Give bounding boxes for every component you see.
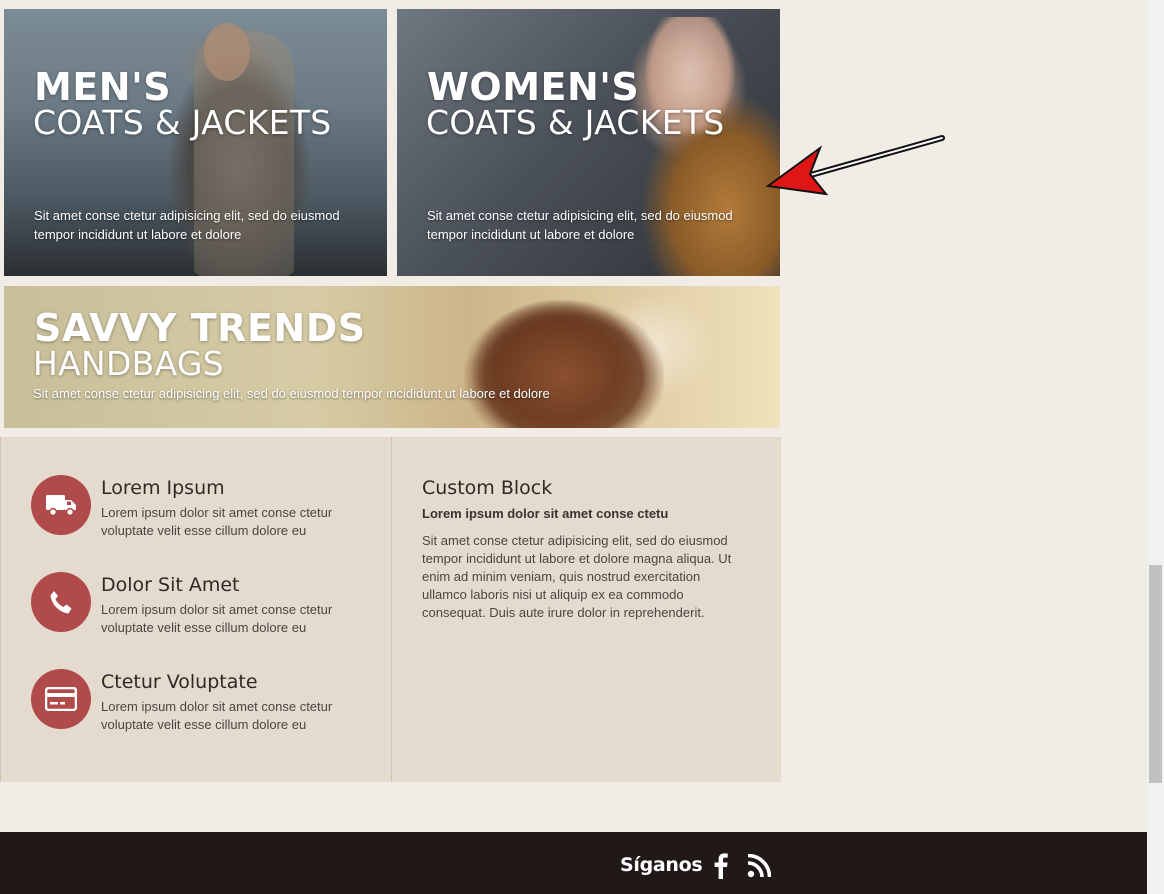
banner-womens-coats[interactable]: WOMEN'S COATS & JACKETS Sit amet conse c…	[397, 9, 780, 276]
custom-block-title: Custom Block	[422, 477, 553, 499]
feature-icon-circle	[31, 475, 91, 535]
features-column: Lorem Ipsum Lorem ipsum dolor sit amet c…	[1, 437, 392, 782]
feature-title: Ctetur Voluptate	[101, 671, 258, 693]
feature-item: Ctetur Voluptate Lorem ipsum dolor sit a…	[31, 669, 351, 734]
footer: Síganos	[0, 832, 1147, 894]
phone-icon	[50, 591, 72, 614]
feature-text: Lorem ipsum dolor sit amet conse ctetur …	[101, 602, 333, 635]
feature-item: Lorem Ipsum Lorem ipsum dolor sit amet c…	[31, 475, 351, 540]
credit-card-icon	[45, 687, 77, 711]
banner-text: Sit amet conse ctetur adipisicing elit, …	[427, 208, 733, 242]
custom-block: Custom Block Lorem ipsum dolor sit amet …	[392, 437, 781, 782]
banner-subtitle: COATS & JACKETS	[426, 103, 725, 142]
banner-title: MEN'S	[34, 65, 172, 109]
custom-block-body: Sit amet conse ctetur adipisicing elit, …	[422, 533, 732, 620]
banner-subtitle: COATS & JACKETS	[33, 103, 332, 142]
facebook-icon[interactable]	[708, 852, 734, 880]
truck-icon	[46, 495, 76, 517]
banner-handbags[interactable]: SAVVY TRENDS HANDBAGS Sit amet conse cte…	[4, 286, 780, 428]
handbag-image	[464, 300, 664, 428]
annotation-arrow	[765, 135, 945, 196]
banner-title: SAVVY TRENDS	[34, 306, 366, 350]
feature-text: Lorem ipsum dolor sit amet conse ctetur …	[101, 505, 333, 538]
rss-icon[interactable]	[746, 852, 772, 880]
feature-title: Dolor Sit Amet	[101, 574, 240, 596]
follow-us-label: Síganos	[620, 854, 703, 876]
custom-block-lead: Lorem ipsum dolor sit amet conse ctetu	[422, 506, 669, 521]
banner-mens-coats[interactable]: MEN'S COATS & JACKETS Sit amet conse cte…	[4, 9, 387, 276]
man-head-image	[204, 23, 250, 81]
feature-icon-circle	[31, 669, 91, 729]
feature-icon-circle	[31, 572, 91, 632]
banner-subtitle: HANDBAGS	[33, 344, 225, 383]
feature-item: Dolor Sit Amet Lorem ipsum dolor sit ame…	[31, 572, 351, 637]
vertical-scrollbar[interactable]	[1147, 0, 1164, 894]
info-panel: Lorem Ipsum Lorem ipsum dolor sit amet c…	[0, 437, 781, 782]
banner-title: WOMEN'S	[427, 65, 640, 109]
feature-title: Lorem Ipsum	[101, 477, 225, 499]
banner-text: Sit amet conse ctetur adipisicing elit, …	[33, 386, 550, 401]
feature-text: Lorem ipsum dolor sit amet conse ctetur …	[101, 699, 333, 732]
banner-text: Sit amet conse ctetur adipisicing elit, …	[34, 208, 340, 242]
scrollbar-thumb[interactable]	[1149, 565, 1162, 783]
